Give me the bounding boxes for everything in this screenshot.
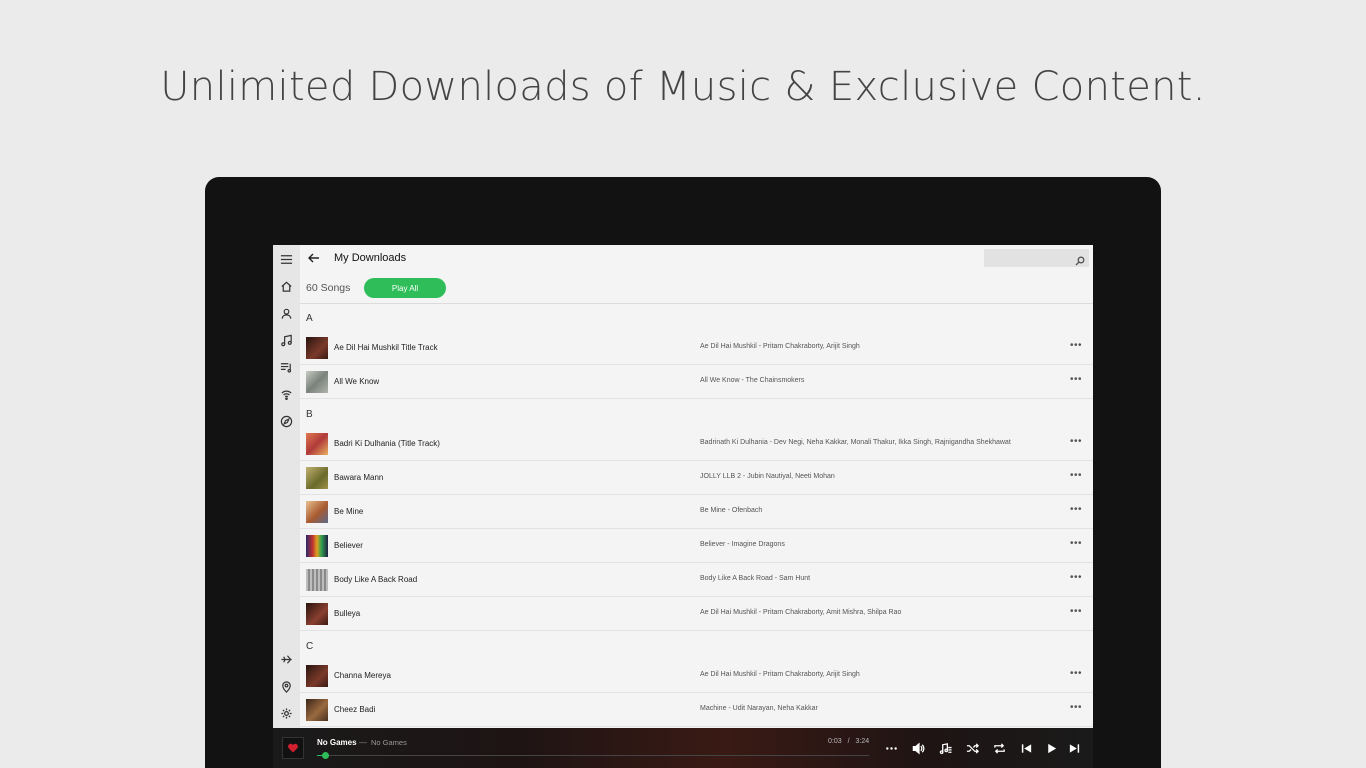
location-pin-icon[interactable]: [273, 675, 300, 697]
more-options-icon[interactable]: •••: [1069, 668, 1083, 682]
more-options-icon[interactable]: •••: [1069, 374, 1083, 388]
more-options-icon[interactable]: •••: [1069, 572, 1083, 586]
more-options-icon[interactable]: •••: [1069, 538, 1083, 552]
song-album-artist: Badrinath Ki Dulhania - Dev Negi, Neha K…: [700, 439, 1011, 446]
repeat-icon[interactable]: [991, 740, 1007, 756]
album-art: [306, 699, 328, 721]
duration-time: 3:24: [855, 738, 870, 745]
playlist-icon[interactable]: [273, 356, 300, 378]
seek-bar[interactable]: [317, 752, 869, 759]
album-art: [306, 467, 328, 489]
now-playing-title: No Games: [317, 738, 357, 747]
next-icon[interactable]: [1066, 740, 1082, 756]
song-title: All We Know: [334, 377, 380, 386]
song-row[interactable]: Channa Mereya Ae Dil Hai Mushkil - Prita…: [300, 659, 1093, 693]
player-bar: No Games — No Games 0:03 / 3:24: [273, 728, 1093, 768]
song-title: Body Like A Back Road: [334, 575, 418, 584]
shuffle-icon[interactable]: [964, 740, 980, 756]
home-icon[interactable]: [273, 275, 300, 297]
now-playing-separator: —: [359, 738, 367, 747]
song-title: Bawara Mann: [334, 473, 384, 482]
album-art: [306, 433, 328, 455]
song-album-artist: Believer - Imagine Dragons: [700, 541, 785, 548]
song-row[interactable]: Body Like A Back Road Body Like A Back R…: [300, 563, 1093, 597]
back-arrow-icon[interactable]: [306, 250, 322, 266]
song-title: Believer: [334, 541, 363, 550]
song-row[interactable]: Bawara Mann JOLLY LLB 2 - Jubin Nautiyal…: [300, 461, 1093, 495]
song-album-artist: Ae Dil Hai Mushkil - Pritam Chakraborty,…: [700, 343, 860, 350]
song-album-artist: JOLLY LLB 2 - Jubin Nautiyal, Neeti Moha…: [700, 473, 835, 480]
song-album-artist: Be Mine - Ofenbach: [700, 507, 763, 514]
airplane-icon[interactable]: [273, 648, 300, 670]
song-row[interactable]: Badri Ki Dulhania (Title Track) Badrinat…: [300, 427, 1093, 461]
more-icon[interactable]: [883, 740, 899, 756]
song-title: Ae Dil Hai Mushkil Title Track: [334, 343, 438, 352]
previous-icon[interactable]: [1018, 740, 1034, 756]
song-title: Cheez Badi: [334, 705, 376, 714]
more-options-icon[interactable]: •••: [1069, 702, 1083, 716]
album-art: [306, 603, 328, 625]
play-all-button[interactable]: Play All: [364, 278, 446, 298]
album-art: [306, 535, 328, 557]
radio-icon[interactable]: [273, 383, 300, 405]
song-album-artist: Ae Dil Hai Mushkil - Pritam Chakraborty,…: [700, 609, 902, 616]
song-album-artist: Body Like A Back Road - Sam Hunt: [700, 575, 811, 582]
queue-icon[interactable]: [937, 740, 953, 756]
main-panel: My Downloads 60 Songs Play All A Ae Dil …: [300, 245, 1093, 728]
song-row[interactable]: Believer Believer - Imagine Dragons •••: [300, 529, 1093, 563]
section-letter: C: [306, 641, 314, 652]
promo-headline: Unlimited Downloads of Music & Exclusive…: [160, 64, 1206, 110]
song-title: Be Mine: [334, 507, 364, 516]
more-options-icon[interactable]: •••: [1069, 340, 1083, 354]
count-row: 60 Songs Play All: [300, 276, 1093, 303]
gear-icon[interactable]: [273, 702, 300, 724]
song-row[interactable]: Bulleya Ae Dil Hai Mushkil - Pritam Chak…: [300, 597, 1093, 631]
music-note-icon[interactable]: [273, 329, 300, 351]
time-separator: /: [847, 738, 850, 745]
more-options-icon[interactable]: •••: [1069, 436, 1083, 450]
search-icon[interactable]: [1075, 253, 1085, 266]
search-box[interactable]: [984, 249, 1089, 268]
elapsed-time: 0:03: [828, 738, 842, 745]
album-art: [306, 501, 328, 523]
song-row[interactable]: Cheez Badi Machine - Udit Narayan, Neha …: [300, 693, 1093, 727]
song-row[interactable]: Be Mine Be Mine - Ofenbach •••: [300, 495, 1093, 529]
song-album-artist: Machine - Udit Narayan, Neha Kakkar: [700, 705, 818, 712]
play-icon[interactable]: [1043, 740, 1059, 756]
song-count: 60 Songs: [306, 282, 351, 294]
playback-time: 0:03 / 3:24: [828, 738, 869, 745]
album-art: [306, 337, 328, 359]
sidebar-rail: [273, 245, 300, 728]
heart-icon: [288, 743, 298, 753]
section-letter: A: [306, 313, 313, 324]
user-icon[interactable]: [273, 302, 300, 324]
seek-handle[interactable]: [322, 752, 330, 759]
album-art: [306, 665, 328, 687]
song-title: Bulleya: [334, 609, 361, 618]
album-art: [306, 371, 328, 393]
volume-icon[interactable]: [910, 740, 926, 756]
search-input[interactable]: [984, 250, 1072, 268]
more-options-icon[interactable]: •••: [1069, 470, 1083, 484]
now-playing-subtitle: No Games: [371, 738, 407, 747]
compass-icon[interactable]: [273, 410, 300, 432]
app-window: My Downloads 60 Songs Play All A Ae Dil …: [273, 245, 1093, 728]
album-art: [306, 569, 328, 591]
menu-icon[interactable]: [273, 248, 300, 270]
song-row[interactable]: All We Know All We Know - The Chainsmoke…: [300, 365, 1093, 399]
song-row[interactable]: Ae Dil Hai Mushkil Title Track Ae Dil Ha…: [300, 331, 1093, 365]
song-title: Badri Ki Dulhania (Title Track): [334, 439, 440, 448]
page-title: My Downloads: [334, 252, 407, 264]
more-options-icon[interactable]: •••: [1069, 504, 1083, 518]
song-album-artist: Ae Dil Hai Mushkil - Pritam Chakraborty,…: [700, 671, 860, 678]
section-letter: B: [306, 409, 313, 420]
more-options-icon[interactable]: •••: [1069, 606, 1083, 620]
song-list: A Ae Dil Hai Mushkil Title Track Ae Dil …: [300, 304, 1093, 728]
top-bar: My Downloads: [300, 245, 1093, 273]
song-title: Channa Mereya: [334, 671, 391, 680]
now-playing-art: [282, 737, 304, 759]
song-album-artist: All We Know - The Chainsmokers: [700, 377, 805, 384]
